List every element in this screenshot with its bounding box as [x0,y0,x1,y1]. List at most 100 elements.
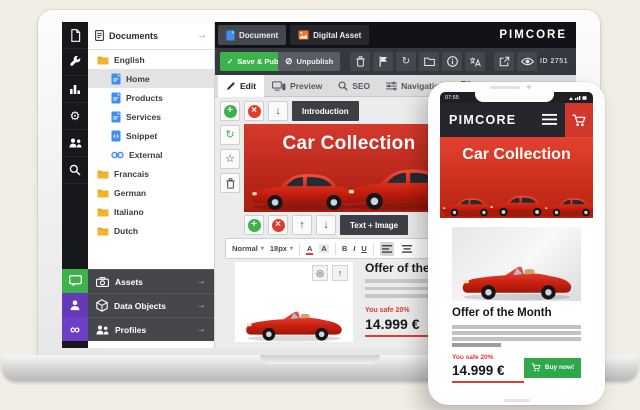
add-block-button[interactable]: + [220,101,240,121]
tree-item-services[interactable]: Services [88,107,214,126]
sidebar-item-settings[interactable]: ⚙ [62,103,88,130]
color-bar [306,253,313,255]
tab-label: Edit [240,81,256,91]
favorite-block-button[interactable]: ☆ [220,149,240,169]
sidebar-item-reports[interactable] [62,76,88,103]
hamburger-icon [542,114,557,125]
sidebar-item-automation[interactable]: ∞ [62,317,88,341]
accordion-panels: Assets → Data Objects → Profiles → [88,269,214,341]
tree-item-label: Home [126,74,150,84]
phone-speaker [490,86,520,89]
image-target-button[interactable]: ◎ [312,265,328,281]
delete-block-button[interactable] [220,173,240,193]
tree-item-german[interactable]: German [88,183,214,202]
tab-digital-asset[interactable]: Digital Asset [290,25,369,45]
panel-data-objects[interactable]: Data Objects → [88,293,214,317]
divider [299,243,300,255]
info-button[interactable] [442,52,462,71]
sidebar-item-account[interactable] [62,293,88,317]
flag-icon [379,56,388,67]
pencil-icon [226,81,236,91]
search-icon [69,164,81,176]
buy-now-button[interactable]: Buy now! [524,358,581,378]
open-preview-button[interactable] [494,52,514,71]
reload-button[interactable]: ↻ [396,52,416,71]
divider [373,243,374,255]
tab-seo[interactable]: SEO [330,75,378,97]
trash-icon [226,178,235,189]
underline-button[interactable]: U [361,244,366,253]
panel-assets[interactable]: Assets → [88,269,214,293]
align-center-button[interactable] [400,242,414,256]
flag-button[interactable] [373,52,393,71]
format-dropdown[interactable]: Normal ▾ [232,244,264,253]
pimcore-logo: PIMCORE [499,22,567,48]
text-image-block-header: + × ↑ ↓ Text + Image [244,215,408,235]
intro-block-header: × ↓ Introduction [244,101,359,121]
cart-button[interactable] [565,103,593,137]
sidebar-item-chat[interactable] [62,269,88,293]
plus-icon: + [224,105,237,118]
panel-arrow-icon: → [196,276,206,287]
documents-panel-header[interactable]: Documents → [88,22,214,50]
eye-button[interactable] [517,52,537,71]
documents-tree-panel: Documents → English Home Products [88,22,215,348]
sidebar-item-search[interactable] [62,157,88,184]
align-left-button[interactable] [380,242,394,256]
sidebar-item-users[interactable] [62,130,88,157]
bold-button[interactable]: B [342,244,347,253]
red-convertible-image [242,303,346,342]
tree-item-external[interactable]: External [88,145,214,164]
collapse-arrow-icon[interactable]: → [197,30,207,41]
move-down-button[interactable]: ↓ [316,215,336,235]
move-down-button[interactable]: ↓ [268,101,288,121]
info-icon [447,56,458,67]
panel-label: Data Objects [114,301,166,311]
font-color-button[interactable]: A [306,244,313,253]
tab-preview[interactable]: Preview [264,75,330,97]
tree-item-home[interactable]: Home [88,69,214,88]
tree-item-label: Services [126,112,161,122]
tree-item-italiano[interactable]: Italiano [88,202,214,221]
image-upload-button[interactable]: ↑ [332,265,348,281]
offer-price-row: You safe 20% 14.999 € Buy now! [452,354,581,383]
gear-icon: ⚙ [70,110,81,122]
sidebar-item-documents[interactable] [62,22,88,49]
document-toolbar: ✓ Save & Publish ⊘ Unpublish [215,48,576,75]
move-up-button[interactable]: ↑ [292,215,312,235]
tree-item-francais[interactable]: Francais [88,164,214,183]
remove-element-button[interactable]: × [268,215,288,235]
trash-icon [356,56,365,67]
infinity-icon: ∞ [70,322,80,336]
tree-item-english[interactable]: English [88,50,214,69]
translate-button[interactable] [465,52,485,71]
unpublish-button[interactable]: ⊘ Unpublish [278,52,340,71]
phone-app-header: PIMCORE [440,103,593,137]
folder-button[interactable] [419,52,439,71]
wifi-icon [569,97,573,100]
tree-item-dutch[interactable]: Dutch [88,221,214,240]
delete-button[interactable] [350,52,370,71]
refresh-block-button[interactable]: ↻ [220,125,240,145]
remove-intro-block-button[interactable]: × [244,101,264,121]
page-icon [111,73,121,85]
placeholder-line [452,337,581,341]
external-link-icon [499,56,510,67]
hamburger-menu-button[interactable] [542,114,557,125]
block-type-chip[interactable]: Text + Image [340,215,408,235]
tab-edit[interactable]: Edit [218,75,264,97]
block-type-chip[interactable]: Introduction [292,101,359,121]
italic-button[interactable]: I [353,244,355,253]
discount-note: You safe 20% [452,354,524,361]
offer-image-card: ◎ ↑ [235,262,353,342]
font-size-dropdown[interactable]: 18px ▾ [270,244,293,253]
tree-item-snippet[interactable]: Snippet [88,126,214,145]
sidebar-item-tools[interactable] [62,49,88,76]
tab-document[interactable]: Document [218,25,286,45]
offer-image-card [452,227,581,301]
add-element-button[interactable]: + [244,215,264,235]
pimcore-responsive-mockup: ⚙ [0,0,640,410]
highlight-button[interactable]: A [319,244,328,253]
tree-item-products[interactable]: Products [88,88,214,107]
panel-profiles[interactable]: Profiles → [88,317,214,341]
